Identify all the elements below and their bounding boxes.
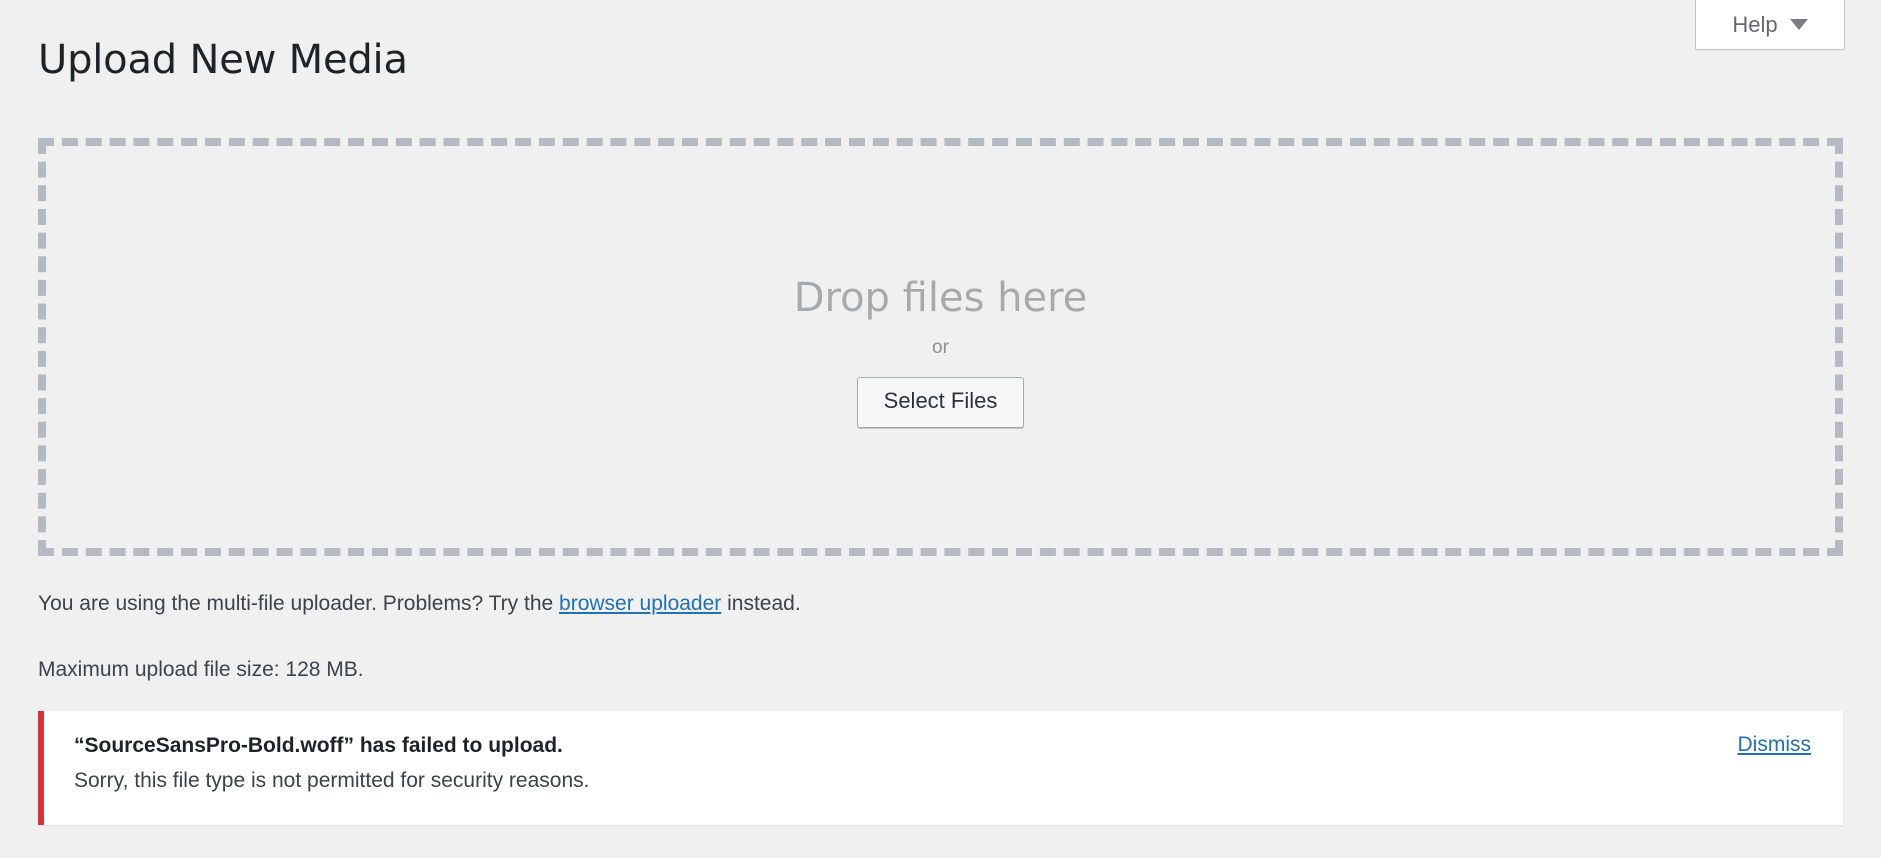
notice-detail: Sorry, this file type is not permitted f…: [74, 769, 590, 793]
dropzone-separator: or: [932, 337, 949, 359]
notice-message-body: “SourceSansPro-Bold.woff” has failed to …: [74, 731, 589, 796]
select-files-button[interactable]: Select Files: [856, 377, 1025, 428]
chevron-down-icon: [1789, 19, 1808, 30]
uploader-info-prefix: You are using the multi-file uploader. P…: [38, 592, 560, 615]
file-dropzone[interactable]: Drop files here or Select Files: [38, 138, 1843, 556]
help-button-container: Help: [1695, 0, 1845, 50]
max-upload-size-text: Maximum upload file size: 128 MB.: [38, 658, 364, 681]
uploader-info-suffix: instead.: [721, 592, 801, 615]
browser-uploader-link[interactable]: browser uploader: [559, 592, 721, 615]
dismiss-link[interactable]: Dismiss: [1738, 733, 1812, 757]
help-button-label: Help: [1732, 11, 1778, 37]
dropzone-heading: Drop files here: [793, 275, 1088, 322]
uploader-info-text: You are using the multi-file uploader. P…: [38, 589, 801, 618]
upload-error-notice: “SourceSansPro-Bold.woff” has failed to …: [38, 711, 1843, 825]
help-button[interactable]: Help: [1695, 0, 1845, 50]
dropzone-content: Drop files here or Select Files: [793, 274, 1088, 428]
notice-title: “SourceSansPro-Bold.woff” has failed to …: [74, 734, 563, 757]
page-title: Upload New Media: [38, 37, 408, 83]
